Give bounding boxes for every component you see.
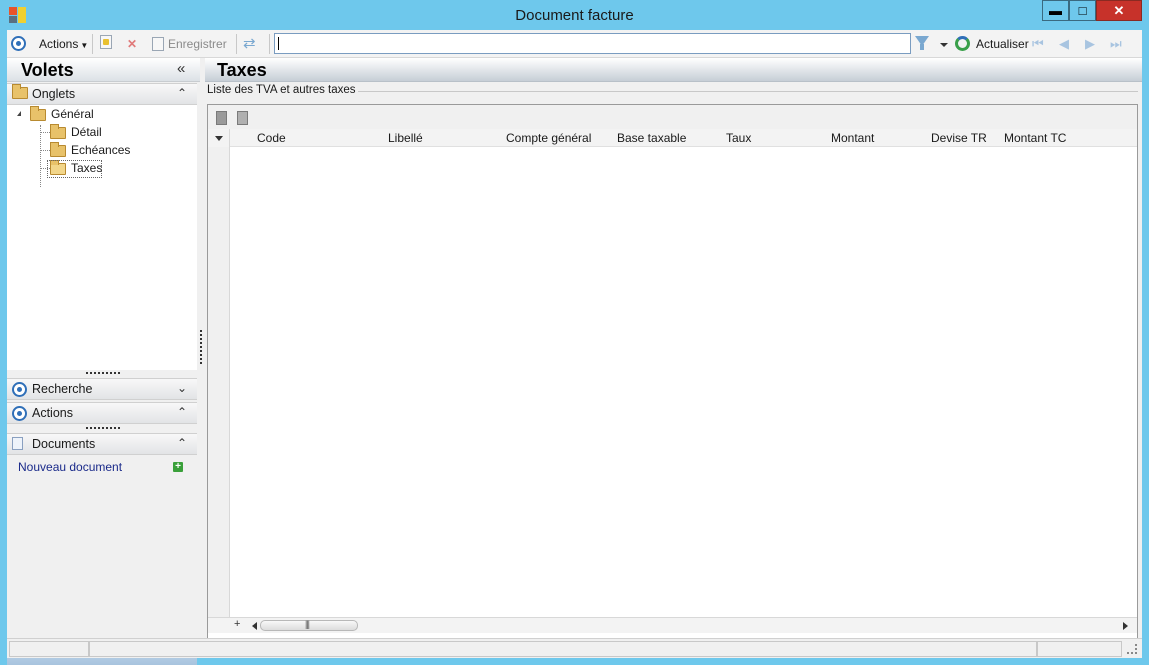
grid-footer: + xyxy=(208,617,1137,633)
document-icon xyxy=(12,437,23,453)
group-label: Liste des TVA et autres taxes xyxy=(207,84,358,96)
actions-label: Actions xyxy=(32,406,73,420)
sync-icon[interactable]: ⇄ xyxy=(243,35,256,53)
status-bar xyxy=(7,638,1142,658)
column-header-libelle[interactable]: Libellé xyxy=(388,131,423,145)
folder-icon xyxy=(50,142,66,157)
toolbar-separator xyxy=(92,34,93,54)
column-chooser-icon[interactable] xyxy=(208,129,230,147)
resize-grip[interactable] xyxy=(86,372,120,374)
save-button[interactable]: Enregistrer xyxy=(152,35,227,53)
column-header-montant[interactable]: Montant xyxy=(831,131,874,145)
filter-dropdown-icon[interactable] xyxy=(940,43,948,47)
column-header-code[interactable]: Code xyxy=(257,131,286,145)
chevron-down-icon[interactable]: ⌄ xyxy=(177,381,187,395)
add-icon[interactable]: + xyxy=(173,462,183,472)
home-circle-icon[interactable] xyxy=(11,36,26,54)
minimize-button[interactable]: ▬ xyxy=(1042,0,1069,21)
group-divider xyxy=(355,91,1138,92)
documents-section-header[interactable]: Documents ⌃ xyxy=(7,433,197,455)
main-toolbar: Actions ▼ ✕ Enregistrer ⇄ Actualiser ⏮ ◀ … xyxy=(7,30,1142,58)
status-cell xyxy=(1037,641,1122,657)
application-window: Document facture ▬ □ ✕ Actions ▼ ✕ Enregi… xyxy=(0,0,1149,665)
folder-icon xyxy=(12,84,28,102)
actions-section-header[interactable]: Actions ⌃ xyxy=(7,402,197,424)
recherche-section-header[interactable]: Recherche ⌄ xyxy=(7,378,197,400)
last-record-icon[interactable]: ⏭ xyxy=(1110,37,1124,51)
close-button[interactable]: ✕ xyxy=(1096,0,1142,21)
folder-icon xyxy=(50,124,66,139)
tree-item-label: Détail xyxy=(71,125,102,139)
onglets-section-header[interactable]: Onglets ⌃ xyxy=(7,83,197,105)
taxes-panel: Taxes Liste des TVA et autres taxes Code… xyxy=(205,58,1142,658)
onglets-label: Onglets xyxy=(32,87,76,101)
page-title: Taxes xyxy=(217,60,267,80)
tabs-tree: Général Détail Echéances Taxes xyxy=(7,105,197,370)
delete-icon[interactable]: ✕ xyxy=(127,35,139,53)
circle-icon xyxy=(12,382,27,400)
new-document-link[interactable]: Nouveau document xyxy=(18,460,122,474)
grid-toolbar xyxy=(208,105,1137,129)
status-cell xyxy=(9,641,89,657)
documents-label: Documents xyxy=(32,437,96,451)
filter-icon-stem xyxy=(920,44,924,50)
chevron-up-icon[interactable]: ⌃ xyxy=(177,436,187,450)
actions-menu-label: Actions xyxy=(39,37,79,51)
text-caret xyxy=(278,37,279,50)
save-icon xyxy=(152,37,164,51)
tree-item-label: Général xyxy=(51,107,94,121)
actions-menu-button[interactable]: Actions ▼ xyxy=(39,35,88,53)
toolbar-separator xyxy=(236,34,237,54)
save-button-label: Enregistrer xyxy=(168,37,227,51)
add-row-button[interactable]: + xyxy=(234,618,240,630)
volets-title: Volets xyxy=(21,60,74,80)
column-header-montant-tc[interactable]: Montant TC xyxy=(1004,131,1066,145)
status-cell xyxy=(89,641,1037,657)
search-input[interactable] xyxy=(274,33,911,54)
window-title: Document facture xyxy=(515,7,634,24)
client-area: Actions ▼ ✕ Enregistrer ⇄ Actualiser ⏮ ◀ … xyxy=(7,30,1142,665)
taxes-header: Taxes xyxy=(205,58,1142,82)
new-row-icon[interactable] xyxy=(216,111,227,125)
folder-icon xyxy=(30,106,46,121)
chevron-up-icon[interactable]: ⌃ xyxy=(177,405,187,419)
first-record-icon[interactable]: ⏮ xyxy=(1032,37,1046,51)
toolbar-separator xyxy=(269,34,270,54)
title-bar: Document facture ▬ □ ✕ xyxy=(0,0,1149,30)
tree-item-label: Echéances xyxy=(71,143,131,157)
horizontal-scrollbar-thumb[interactable] xyxy=(260,619,358,631)
volets-panel: Volets « Onglets ⌃ Général Détail Echéan… xyxy=(7,58,200,665)
maximize-button[interactable]: □ xyxy=(1069,0,1096,21)
column-header-compte-general[interactable]: Compte général xyxy=(506,131,591,145)
edit-row-icon[interactable] xyxy=(237,111,248,125)
tree-selection-outline xyxy=(47,160,102,178)
previous-record-icon[interactable]: ◀ xyxy=(1059,37,1073,51)
row-selector-column xyxy=(208,147,230,617)
collapse-panel-icon[interactable]: « xyxy=(177,60,185,77)
scroll-left-icon[interactable] xyxy=(252,622,257,630)
new-document-icon[interactable] xyxy=(100,35,112,53)
splitter-handle[interactable] xyxy=(200,330,202,364)
circle-icon xyxy=(12,406,27,424)
window-resize-grip[interactable] xyxy=(1127,644,1137,654)
scroll-right-icon[interactable] xyxy=(1123,622,1128,630)
column-header-base-taxable[interactable]: Base taxable xyxy=(617,131,686,145)
chevron-up-icon[interactable]: ⌃ xyxy=(177,86,187,100)
tree-expand-icon[interactable] xyxy=(17,111,21,116)
refresh-icon[interactable] xyxy=(955,36,970,51)
grid-header: Code Libellé Compte général Base taxable… xyxy=(208,129,1137,147)
volets-header: Volets « xyxy=(7,58,200,82)
taxes-grid: Code Libellé Compte général Base taxable… xyxy=(207,104,1138,658)
refresh-button[interactable]: Actualiser xyxy=(976,35,1029,53)
column-header-devise-tr[interactable]: Devise TR xyxy=(931,131,987,145)
next-record-icon[interactable]: ▶ xyxy=(1085,37,1099,51)
column-header-taux[interactable]: Taux xyxy=(726,131,751,145)
resize-grip[interactable] xyxy=(86,427,120,429)
chevron-down-icon: ▼ xyxy=(80,41,89,50)
recherche-label: Recherche xyxy=(32,382,93,396)
